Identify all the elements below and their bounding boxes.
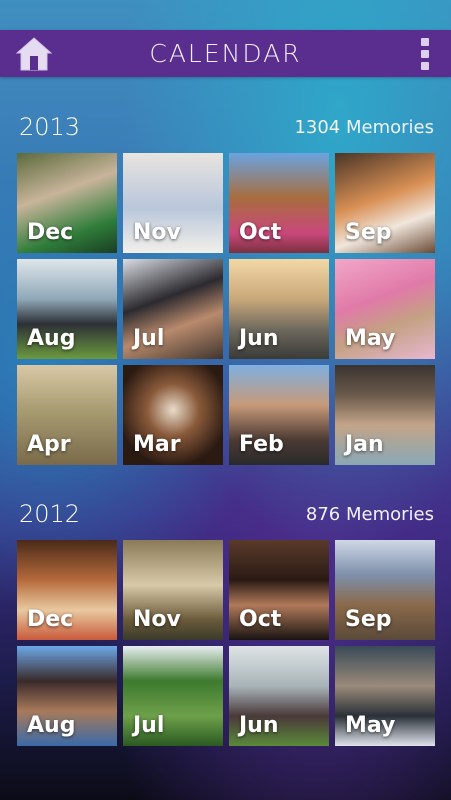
month-label: May	[345, 713, 396, 738]
month-tile[interactable]: Jun	[229, 646, 329, 746]
status-bar	[0, 0, 451, 30]
month-label: Dec	[27, 607, 74, 632]
month-label: Jun	[239, 713, 279, 738]
year-section-2012: 2012 876 Memories Dec Nov Oct Sep Aug Jul Jun M…	[17, 500, 435, 746]
month-label: Oct	[239, 220, 282, 245]
month-label: Jan	[345, 432, 384, 457]
month-tile[interactable]: May	[335, 646, 435, 746]
month-label: Apr	[27, 432, 71, 457]
month-label: Mar	[133, 432, 181, 457]
memories-count: 1304 Memories	[294, 117, 434, 138]
year-section-2013: 2013 1304 Memories Dec Nov Oct Sep Aug Jul Jun…	[17, 113, 435, 465]
month-tile[interactable]: May	[335, 259, 435, 359]
month-tile[interactable]: Dec	[17, 540, 117, 640]
month-label: Dec	[27, 220, 74, 245]
menu-dot-icon	[421, 38, 429, 46]
month-tile[interactable]: Oct	[229, 540, 329, 640]
home-icon	[15, 37, 53, 71]
menu-dot-icon	[421, 62, 429, 70]
month-tile[interactable]: Apr	[17, 365, 117, 465]
month-label: Jul	[133, 326, 165, 351]
month-tile[interactable]: Feb	[229, 365, 329, 465]
home-button[interactable]	[14, 36, 64, 72]
month-tile[interactable]: Nov	[123, 540, 223, 640]
month-label: Aug	[27, 713, 76, 738]
overflow-menu-button[interactable]	[417, 38, 433, 70]
section-header: 2013 1304 Memories	[17, 113, 434, 153]
month-label: Jun	[239, 326, 279, 351]
month-tile[interactable]: Dec	[17, 153, 117, 253]
month-tile[interactable]: Mar	[123, 365, 223, 465]
month-tile[interactable]: Sep	[335, 153, 435, 253]
month-label: Oct	[239, 607, 282, 632]
month-label: May	[345, 326, 396, 351]
month-tile[interactable]: Aug	[17, 646, 117, 746]
month-tile[interactable]: Jul	[123, 646, 223, 746]
top-bar: CALENDAR	[0, 30, 451, 77]
month-label: Jul	[133, 713, 165, 738]
year-label: 2012	[19, 500, 81, 528]
month-tile[interactable]: Jun	[229, 259, 329, 359]
month-tile[interactable]: Aug	[17, 259, 117, 359]
month-tile[interactable]: Jan	[335, 365, 435, 465]
month-label: Nov	[133, 607, 181, 632]
month-grid: Dec Nov Oct Sep Aug Jul Jun May	[17, 540, 435, 746]
month-label: Aug	[27, 326, 76, 351]
month-label: Feb	[239, 432, 284, 457]
month-label: Sep	[345, 607, 392, 632]
month-tile[interactable]: Sep	[335, 540, 435, 640]
section-header: 2012 876 Memories	[17, 500, 434, 540]
month-grid: Dec Nov Oct Sep Aug Jul Jun May Apr Mar Feb Jan	[17, 153, 435, 465]
month-tile[interactable]: Jul	[123, 259, 223, 359]
month-label: Sep	[345, 220, 392, 245]
month-tile[interactable]: Nov	[123, 153, 223, 253]
year-label: 2013	[19, 113, 81, 141]
page-title: CALENDAR	[149, 39, 302, 68]
month-tile[interactable]: Oct	[229, 153, 329, 253]
menu-dot-icon	[421, 50, 429, 58]
memories-count: 876 Memories	[305, 504, 434, 525]
month-label: Nov	[133, 220, 181, 245]
